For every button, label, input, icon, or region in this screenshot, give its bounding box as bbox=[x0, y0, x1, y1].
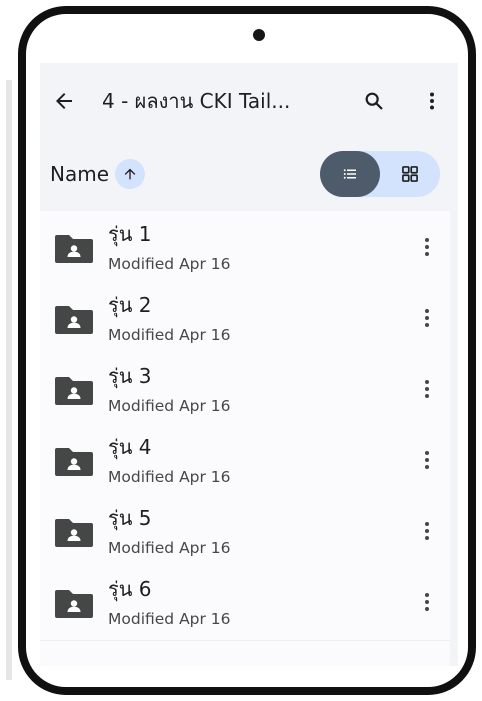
item-more-button[interactable] bbox=[412, 298, 442, 338]
list-view-icon bbox=[343, 169, 356, 179]
shared-folder-icon bbox=[55, 306, 93, 334]
back-button[interactable] bbox=[44, 81, 84, 121]
sort-bar: Name bbox=[40, 137, 450, 211]
folder-name: รุ่น 4 bbox=[108, 435, 152, 459]
grid-view-button[interactable] bbox=[380, 151, 440, 197]
phone-frame: 4 - ผลงาน CKI Tail... Name รุ่น 1 Modifi… bbox=[18, 6, 476, 695]
more-vert-icon bbox=[425, 238, 429, 256]
modified-date: Modified Apr 16 bbox=[108, 326, 231, 344]
shared-folder-icon bbox=[55, 235, 93, 263]
sort-label: Name bbox=[50, 162, 110, 186]
top-app-bar: 4 - ผลงาน CKI Tail... bbox=[40, 63, 458, 137]
device-edge bbox=[6, 80, 12, 680]
shared-folder-icon bbox=[55, 377, 93, 405]
item-more-button[interactable] bbox=[412, 511, 442, 551]
list-item[interactable]: รุ่น 4 Modified Apr 16 bbox=[40, 426, 450, 495]
list-item[interactable]: รุ่น 1 Modified Apr 16 bbox=[40, 213, 450, 282]
folder-list: รุ่น 1 Modified Apr 16 รุ่น 2 Modified A… bbox=[40, 213, 450, 639]
search-button[interactable] bbox=[354, 81, 394, 121]
list-item[interactable]: รุ่น 2 Modified Apr 16 bbox=[40, 284, 450, 353]
more-vert-icon bbox=[425, 451, 429, 469]
folder-name: รุ่น 5 bbox=[108, 506, 152, 530]
sort-direction-badge bbox=[115, 159, 146, 189]
camera-dot bbox=[253, 29, 265, 41]
modified-date: Modified Apr 16 bbox=[108, 610, 231, 628]
file-list-card: Name รุ่น 1 Modified Apr 16 รุ่น 2 Modif… bbox=[40, 137, 450, 666]
more-vert-icon bbox=[430, 92, 434, 110]
shared-folder-icon bbox=[55, 519, 93, 547]
list-view-button[interactable] bbox=[320, 151, 380, 197]
more-vert-icon bbox=[425, 522, 429, 540]
item-more-button[interactable] bbox=[412, 369, 442, 409]
modified-date: Modified Apr 16 bbox=[108, 468, 231, 486]
list-item[interactable]: รุ่น 6 Modified Apr 16 bbox=[40, 568, 450, 637]
more-vert-icon bbox=[425, 380, 429, 398]
more-vert-icon bbox=[425, 593, 429, 611]
list-divider bbox=[40, 640, 450, 641]
item-more-button[interactable] bbox=[412, 227, 442, 267]
arrow-back-icon bbox=[56, 93, 72, 109]
more-vert-icon bbox=[425, 309, 429, 327]
item-more-button[interactable] bbox=[412, 582, 442, 622]
item-more-button[interactable] bbox=[412, 440, 442, 480]
folder-name: รุ่น 1 bbox=[108, 222, 152, 246]
grid-view-icon bbox=[402, 166, 418, 182]
shared-folder-icon bbox=[55, 590, 93, 618]
more-options-button[interactable] bbox=[412, 81, 452, 121]
folder-name: รุ่น 3 bbox=[108, 364, 152, 388]
sort-by-name-button[interactable]: Name bbox=[50, 157, 146, 191]
arrow-upward-icon bbox=[124, 168, 136, 180]
search-icon bbox=[365, 92, 383, 110]
shared-folder-icon bbox=[55, 448, 93, 476]
app-screen: 4 - ผลงาน CKI Tail... Name รุ่น 1 Modifi… bbox=[40, 63, 458, 666]
modified-date: Modified Apr 16 bbox=[108, 397, 231, 415]
folder-name: รุ่น 6 bbox=[108, 577, 152, 601]
folder-name: รุ่น 2 bbox=[108, 293, 152, 317]
modified-date: Modified Apr 16 bbox=[108, 255, 231, 273]
folder-title: 4 - ผลงาน CKI Tail... bbox=[102, 89, 291, 113]
view-mode-toggle bbox=[320, 151, 440, 197]
list-item[interactable]: รุ่น 5 Modified Apr 16 bbox=[40, 497, 450, 566]
modified-date: Modified Apr 16 bbox=[108, 539, 231, 557]
list-item[interactable]: รุ่น 3 Modified Apr 16 bbox=[40, 355, 450, 424]
